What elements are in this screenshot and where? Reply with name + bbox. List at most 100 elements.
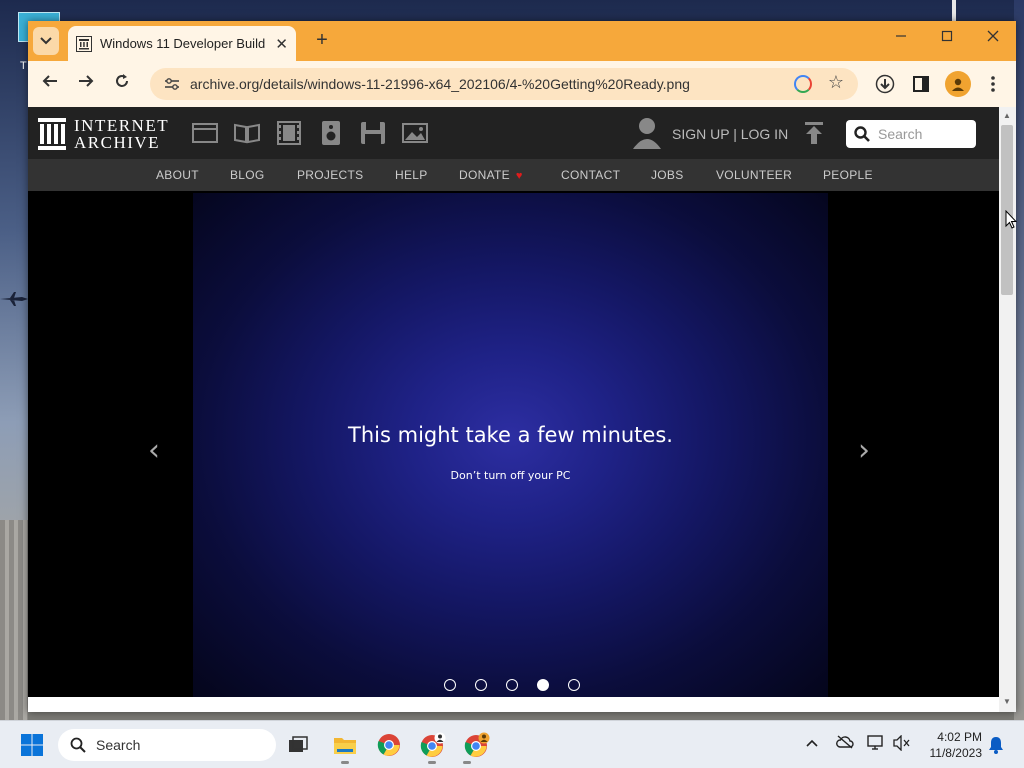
tab-title: Windows 11 Developer Build 21996 — [99, 36, 269, 51]
close-icon — [987, 30, 999, 42]
maximize-icon — [941, 30, 953, 42]
browser-tab[interactable]: Windows 11 Developer Build 21996 ✕ — [68, 26, 296, 61]
nav-help[interactable]: HELP — [395, 168, 428, 182]
show-hidden-icons-button[interactable] — [806, 735, 818, 750]
slide-subtitle: Don’t turn off your PC — [450, 469, 571, 482]
clock-date: 11/8/2023 — [929, 746, 983, 760]
chrome-profile-button[interactable] — [419, 731, 447, 759]
mouse-cursor-icon — [1005, 210, 1017, 229]
more-vert-icon — [991, 76, 995, 92]
ia-search-input[interactable]: Search — [878, 126, 922, 142]
web-page: INTERNET ARCHIVE SIGN UP | LOG IN Search… — [28, 107, 999, 712]
archive-favicon-icon — [76, 35, 92, 52]
carousel-dot[interactable] — [568, 679, 580, 691]
chrome-profile-2-icon — [464, 732, 490, 757]
taskbar: Search 4:02 PM 11/8/2023 — [0, 720, 1024, 768]
user-icon[interactable] — [632, 117, 662, 149]
slide-title: This might take a few minutes. — [348, 423, 673, 447]
web-icon[interactable] — [192, 121, 218, 145]
ia-nav-bar: ABOUT BLOG PROJECTS HELP DONATE ♥ CONTACT… — [28, 159, 999, 191]
back-arrow-icon — [42, 75, 57, 87]
windows-start-icon[interactable] — [21, 734, 43, 756]
bookmark-star-icon[interactable]: ☆ — [828, 72, 844, 93]
desktop-icon-label: T — [20, 60, 27, 72]
browser-window: Windows 11 Developer Build 21996 ✕ + arc… — [28, 21, 1016, 712]
nav-donate[interactable]: DONATE ♥ — [459, 168, 523, 182]
notification-bell-icon[interactable] — [988, 736, 1004, 754]
volume-muted-icon — [893, 734, 910, 752]
software-icon[interactable] — [360, 121, 386, 145]
onedrive-button[interactable] — [836, 735, 854, 752]
volume-button[interactable] — [893, 734, 911, 754]
chevron-down-icon — [40, 37, 52, 45]
side-panel-button[interactable] — [908, 71, 934, 97]
wallpaper-pole — [952, 0, 956, 22]
chrome-icon — [377, 734, 400, 756]
running-indicator — [463, 761, 471, 764]
nav-jobs[interactable]: JOBS — [651, 168, 684, 182]
nav-blog[interactable]: BLOG — [230, 168, 265, 182]
nav-about[interactable]: ABOUT — [156, 168, 199, 182]
file-explorer-button[interactable] — [331, 731, 359, 759]
scroll-down-icon[interactable]: ▼ — [1003, 697, 1011, 706]
texts-icon[interactable] — [234, 121, 260, 145]
reload-icon — [116, 74, 128, 87]
chrome-profile-2-button[interactable] — [463, 731, 491, 759]
carousel-dot[interactable] — [444, 679, 456, 691]
signup-login-link[interactable]: SIGN UP | LOG IN — [672, 126, 788, 142]
carousel-dot[interactable] — [537, 679, 549, 691]
file-explorer-icon — [334, 738, 356, 754]
address-bar[interactable]: archive.org/details/windows-11-21996-x64… — [150, 68, 858, 100]
page-bottom-strip — [28, 697, 999, 712]
images-icon[interactable] — [402, 121, 428, 145]
archive-building-icon — [38, 118, 66, 150]
clock[interactable]: 4:02 PM 11/8/2023 — [918, 729, 983, 761]
search-icon — [70, 737, 86, 753]
task-view-icon — [289, 736, 308, 752]
ia-logo[interactable]: INTERNET ARCHIVE — [38, 117, 169, 151]
running-indicator — [428, 761, 436, 764]
carousel-slide-image: This might take a few minutes. Don’t tur… — [193, 193, 828, 701]
close-button[interactable] — [978, 29, 1008, 47]
downloads-button[interactable] — [872, 71, 898, 97]
carousel-indicators — [444, 679, 599, 691]
tab-search-button[interactable] — [33, 27, 59, 55]
carousel-next-button[interactable]: › — [858, 433, 870, 468]
new-tab-button[interactable]: + — [310, 29, 334, 52]
profile-avatar[interactable] — [945, 71, 971, 97]
carousel-prev-button[interactable]: ‹ — [148, 433, 160, 468]
google-lens-icon[interactable] — [794, 75, 812, 93]
chrome-profile-icon — [420, 732, 446, 757]
network-button[interactable] — [867, 735, 885, 754]
task-view-button[interactable] — [284, 731, 312, 759]
ia-search-box[interactable]: Search — [846, 120, 976, 148]
network-icon — [867, 735, 883, 750]
carousel-dot[interactable] — [475, 679, 487, 691]
title-bar: Windows 11 Developer Build 21996 ✕ + — [28, 21, 1016, 61]
chrome-button[interactable] — [375, 731, 403, 759]
upload-icon[interactable] — [804, 122, 824, 144]
back-button[interactable] — [38, 73, 62, 94]
nav-donate-label: DONATE — [459, 168, 510, 182]
scroll-up-icon[interactable]: ▲ — [1003, 111, 1011, 120]
audio-icon[interactable] — [318, 121, 344, 145]
browser-menu-button[interactable] — [980, 71, 1006, 97]
taskbar-search[interactable]: Search — [58, 729, 276, 761]
nav-projects[interactable]: PROJECTS — [297, 168, 363, 182]
video-icon[interactable] — [276, 121, 302, 145]
side-panel-icon — [913, 76, 929, 92]
carousel-dot[interactable] — [506, 679, 518, 691]
reload-button[interactable] — [110, 73, 134, 94]
site-info-icon[interactable] — [158, 77, 186, 91]
running-indicator — [341, 761, 349, 764]
minimize-button[interactable] — [886, 29, 916, 47]
nav-contact[interactable]: CONTACT — [561, 168, 620, 182]
maximize-button[interactable] — [932, 29, 962, 47]
forward-button[interactable] — [74, 73, 98, 94]
cloud-off-icon — [836, 735, 854, 749]
nav-people[interactable]: PEOPLE — [823, 168, 873, 182]
vertical-scrollbar[interactable]: ▲ ▼ — [999, 107, 1016, 712]
person-icon — [952, 78, 964, 91]
tab-close-icon[interactable]: ✕ — [275, 35, 288, 53]
nav-volunteer[interactable]: VOLUNTEER — [716, 168, 792, 182]
